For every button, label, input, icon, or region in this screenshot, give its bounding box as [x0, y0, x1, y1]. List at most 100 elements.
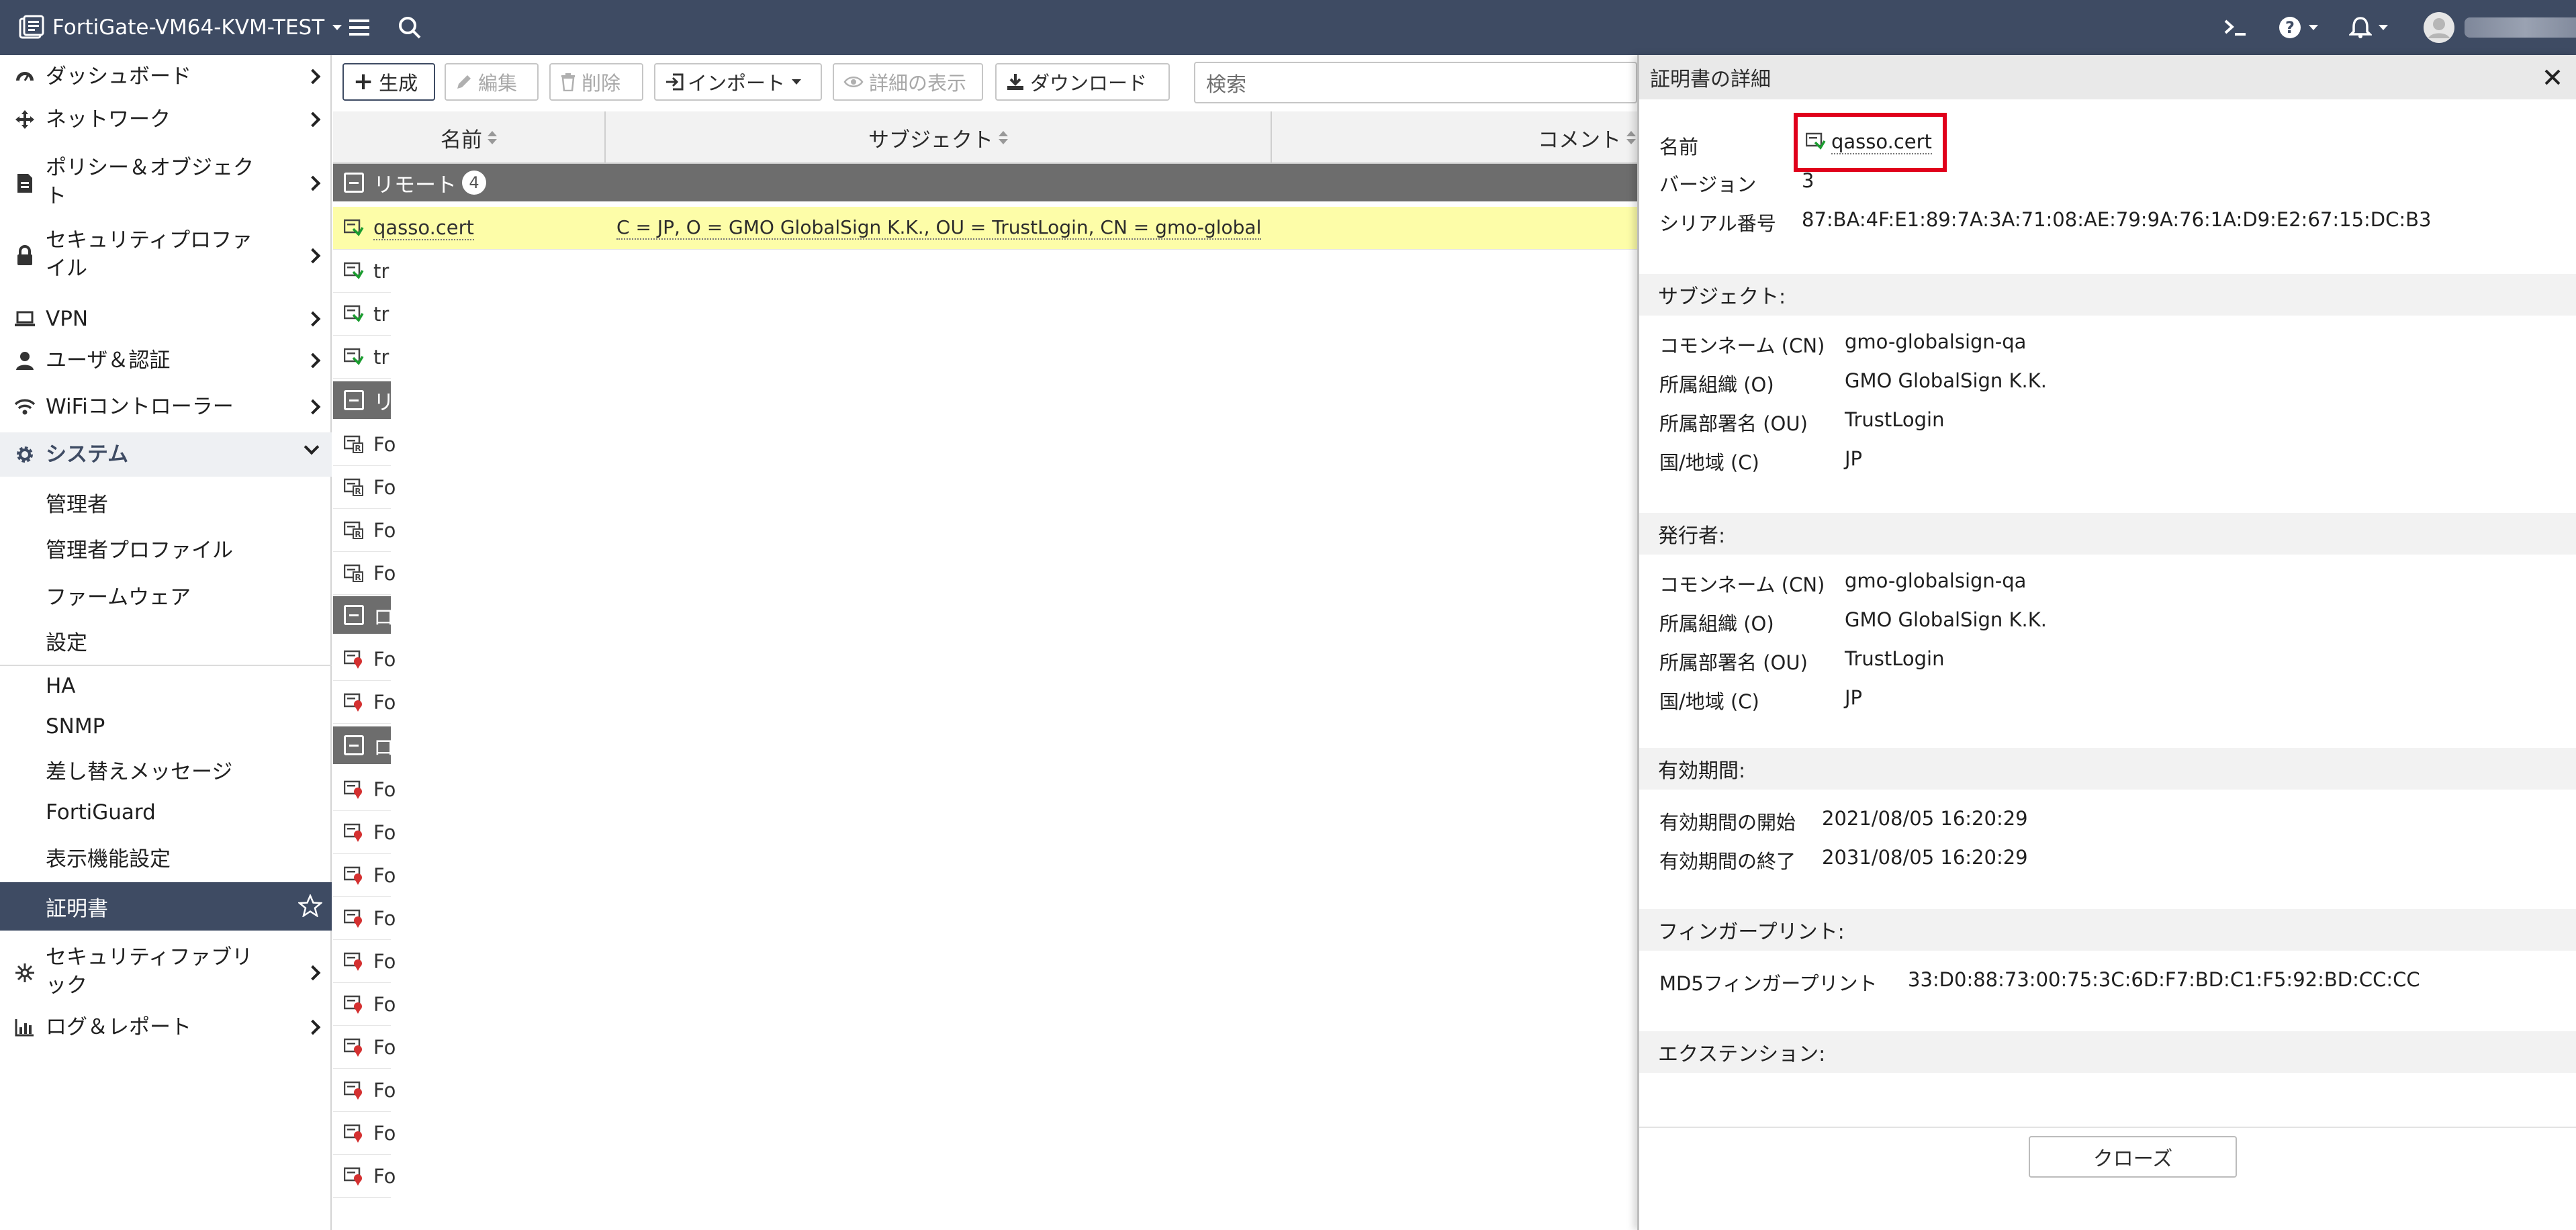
sidebar-item-dashboard[interactable]: ダッシュボード: [0, 55, 332, 98]
chevron-down-icon: [304, 439, 320, 455]
table-row[interactable]: R Fo: [333, 509, 396, 552]
sidebar-subitem-admins[interactable]: 管理者: [46, 487, 108, 518]
collapse-icon[interactable]: [344, 605, 364, 625]
sidebar-subitem-ha[interactable]: HA: [46, 674, 76, 698]
table-row[interactable]: R Fo: [333, 552, 396, 595]
row-name: Fo: [373, 1121, 396, 1145]
download-button[interactable]: ダウンロード: [995, 63, 1170, 101]
sidebar-item-security-fabric[interactable]: セキュリティファブリ ック: [0, 940, 332, 1006]
user-menu[interactable]: [2423, 0, 2576, 55]
table-row[interactable]: tr: [333, 250, 391, 293]
table-row[interactable]: R Fo: [333, 423, 396, 466]
sidebar: ダッシュボード ネットワーク ポリシー＆オブジェク ト セキュリティプロファ イ…: [0, 55, 332, 1230]
search-input[interactable]: 検索: [1194, 62, 1637, 103]
certificate-icon: [344, 822, 364, 843]
bar-chart-icon: [13, 1016, 36, 1039]
sidebar-subitem-fortiguard[interactable]: FortiGuard: [46, 800, 156, 824]
group-header-remote[interactable]: リモート 4: [333, 164, 1639, 201]
table-row[interactable]: Fo: [333, 811, 396, 854]
collapse-icon[interactable]: [344, 390, 364, 410]
fabric-icon: [13, 961, 36, 984]
table-row[interactable]: Fo: [333, 768, 396, 811]
svg-text:R: R: [355, 530, 361, 539]
menu-toggle-icon[interactable]: [348, 0, 371, 55]
sidebar-subitem-settings[interactable]: 設定: [46, 626, 87, 656]
notifications-menu[interactable]: [2349, 0, 2388, 55]
sidebar-item-policy-objects[interactable]: ポリシー＆オブジェク ト: [0, 150, 332, 216]
collapse-icon[interactable]: [344, 735, 364, 755]
table-row[interactable]: Fo: [333, 1155, 396, 1198]
cli-console-icon[interactable]: [2223, 0, 2248, 55]
chevron-down-icon: [332, 25, 342, 30]
edit-button[interactable]: 編集: [445, 63, 539, 101]
panel-title: 証明書の詳細: [1650, 68, 1771, 91]
group-header-partial[interactable]: ロ: [333, 726, 394, 764]
create-button[interactable]: + 生成: [342, 63, 435, 101]
certificate-icon: R: [344, 520, 364, 540]
group-header-partial[interactable]: ロ: [333, 596, 394, 634]
help-icon: ?: [2278, 15, 2302, 40]
group-header-partial[interactable]: リ: [333, 381, 394, 419]
version-label: バージョン: [1659, 173, 1757, 196]
row-name: Fo: [373, 475, 396, 499]
sidebar-item-network[interactable]: ネットワーク: [0, 98, 332, 141]
row-name: Fo: [373, 518, 396, 542]
sidebar-item-log-report[interactable]: ログ＆レポート: [0, 1006, 332, 1049]
certificate-icon: [344, 994, 364, 1014]
certificate-icon: [344, 1080, 364, 1100]
table-row[interactable]: Fo: [333, 681, 396, 724]
import-icon: [665, 73, 684, 91]
help-menu[interactable]: ?: [2278, 0, 2318, 55]
view-details-button[interactable]: 詳細の表示: [833, 63, 983, 101]
panel-footer-divider: [1639, 1127, 2576, 1128]
field-value: TrustLogin: [1845, 408, 1945, 431]
import-button[interactable]: インポート: [654, 63, 822, 101]
table-row[interactable]: Fo: [333, 854, 396, 897]
sidebar-subitem-firmware[interactable]: ファームウェア: [46, 580, 191, 610]
table-row[interactable]: Fo: [333, 940, 396, 983]
table-row[interactable]: R Fo: [333, 466, 396, 509]
sidebar-subitem-certificates[interactable]: 証明書: [0, 882, 332, 931]
table-row[interactable]: Fo: [333, 897, 396, 940]
table-row[interactable]: Fo: [333, 1026, 396, 1069]
row-name: tr: [373, 302, 389, 326]
section-subject: サブジェクト:: [1639, 274, 2576, 316]
table-row-selected[interactable]: qasso.cert C = JP, O = GMO GlobalSign K.…: [333, 207, 1639, 250]
table-row[interactable]: tr: [333, 293, 391, 336]
table-row[interactable]: Fo: [333, 1069, 396, 1112]
table-row[interactable]: tr: [333, 336, 391, 379]
sidebar-subitem-feature-visibility[interactable]: 表示機能設定: [46, 842, 171, 872]
close-icon[interactable]: [2544, 68, 2561, 86]
sidebar-item-vpn[interactable]: VPN: [0, 298, 332, 340]
sidebar-item-wifi-controller[interactable]: WiFiコントローラー: [0, 385, 332, 428]
sidebar-item-system[interactable]: システム: [0, 432, 332, 477]
column-header-subject[interactable]: サブジェクト: [606, 111, 1272, 164]
sort-icon: [999, 131, 1008, 144]
close-button[interactable]: クローズ: [2029, 1136, 2237, 1178]
sidebar-item-security-profiles[interactable]: セキュリティプロファ イル: [0, 223, 332, 289]
column-header-comment[interactable]: コメント: [1272, 111, 1639, 164]
row-name: Fo: [373, 561, 396, 585]
search-icon[interactable]: [398, 0, 422, 55]
sidebar-subitem-snmp[interactable]: SNMP: [46, 714, 105, 739]
sidebar-subitem-admin-profiles[interactable]: 管理者プロファイル: [46, 533, 233, 563]
table-row[interactable]: Fo: [333, 983, 396, 1026]
chevron-right-icon: [305, 352, 321, 369]
certificate-icon: [344, 1166, 364, 1186]
sidebar-subitem-replacement-messages[interactable]: 差し替えメッセージ: [46, 755, 232, 785]
table-row[interactable]: Fo: [333, 1112, 396, 1155]
row-name: Fo: [373, 1035, 396, 1059]
star-icon[interactable]: [298, 894, 322, 917]
delete-button[interactable]: 削除: [549, 63, 643, 101]
row-name: Fo: [373, 820, 396, 844]
section-fingerprint: フィンガープリント:: [1639, 909, 2576, 951]
network-icon: [13, 108, 36, 131]
collapse-icon[interactable]: [344, 173, 364, 193]
table-row[interactable]: Fo: [333, 638, 396, 681]
laptop-icon: [13, 308, 36, 330]
username-blurred: [2465, 17, 2576, 38]
column-header-name[interactable]: 名前: [333, 111, 606, 164]
device-selector[interactable]: FortiGate-VM64-KVM-TEST: [17, 0, 342, 55]
sidebar-item-user-auth[interactable]: ユーザ＆認証: [0, 340, 332, 381]
svg-text:?: ?: [2285, 18, 2295, 37]
